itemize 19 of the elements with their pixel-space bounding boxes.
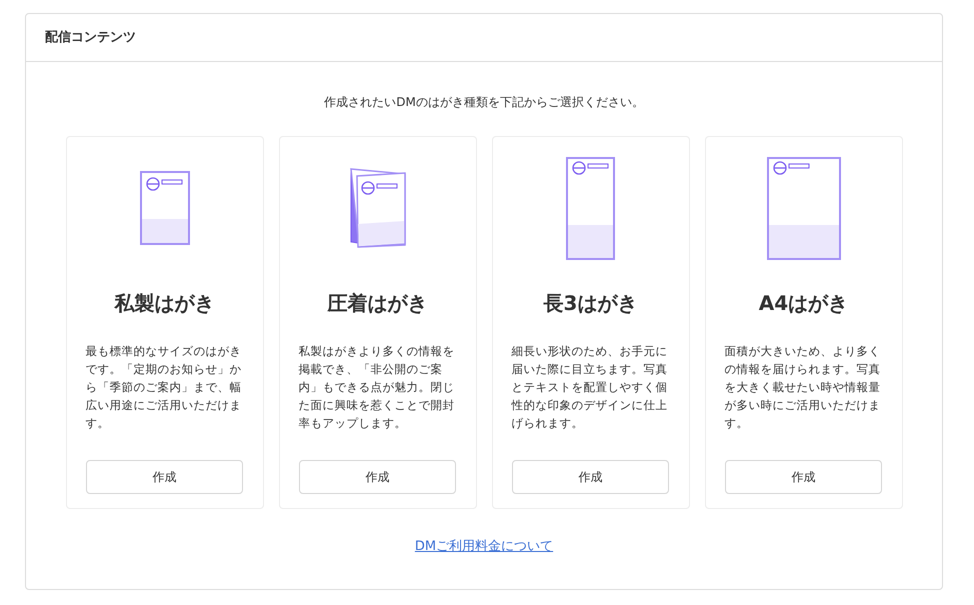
card-title: 長3はがき — [544, 290, 638, 317]
card-description: 私製はがきより多くの情報を掲載でき、「非公開のご案内」もできる点が魅力。閉じた面に興味を惹くことで開封率もアップします。 — [298, 343, 456, 432]
create-button[interactable]: 作成 — [725, 460, 882, 494]
tall-postcard-icon — [566, 156, 616, 260]
create-button[interactable]: 作成 — [86, 460, 243, 494]
card-title: 私製はがき — [114, 290, 214, 317]
intro-text: 作成されたいDMのはがき種類を下記からご選択ください。 — [324, 94, 644, 111]
folded-postcard-icon — [348, 168, 406, 248]
card-title: A4はがき — [758, 290, 848, 317]
postcard-icon — [140, 171, 190, 245]
create-button[interactable]: 作成 — [299, 460, 456, 494]
create-button[interactable]: 作成 — [512, 460, 669, 494]
card-description: 面積が大きいため、より多くの情報を届けられます。写真を大きく載せたい時や情報量が多い時にご活用いただけます。 — [724, 343, 882, 432]
card-title: 圧着はがき — [328, 290, 428, 317]
card-description: 細長い形状のため、お手元に届いた際に目立ちます。写真とテキストを配置しやすく個性的な印象のデザインに仕上げられます。 — [512, 343, 668, 432]
card-description: 最も標準的なサイズのはがきです。「定期のお知らせ」から「季節のご案内」まで、幅広い用途にご活用いただけます。 — [86, 343, 242, 432]
a4-postcard-icon — [766, 156, 840, 260]
pricing-link[interactable]: DMご利用料金について — [414, 537, 554, 556]
panel-title: 配信コンテンツ — [45, 28, 136, 47]
